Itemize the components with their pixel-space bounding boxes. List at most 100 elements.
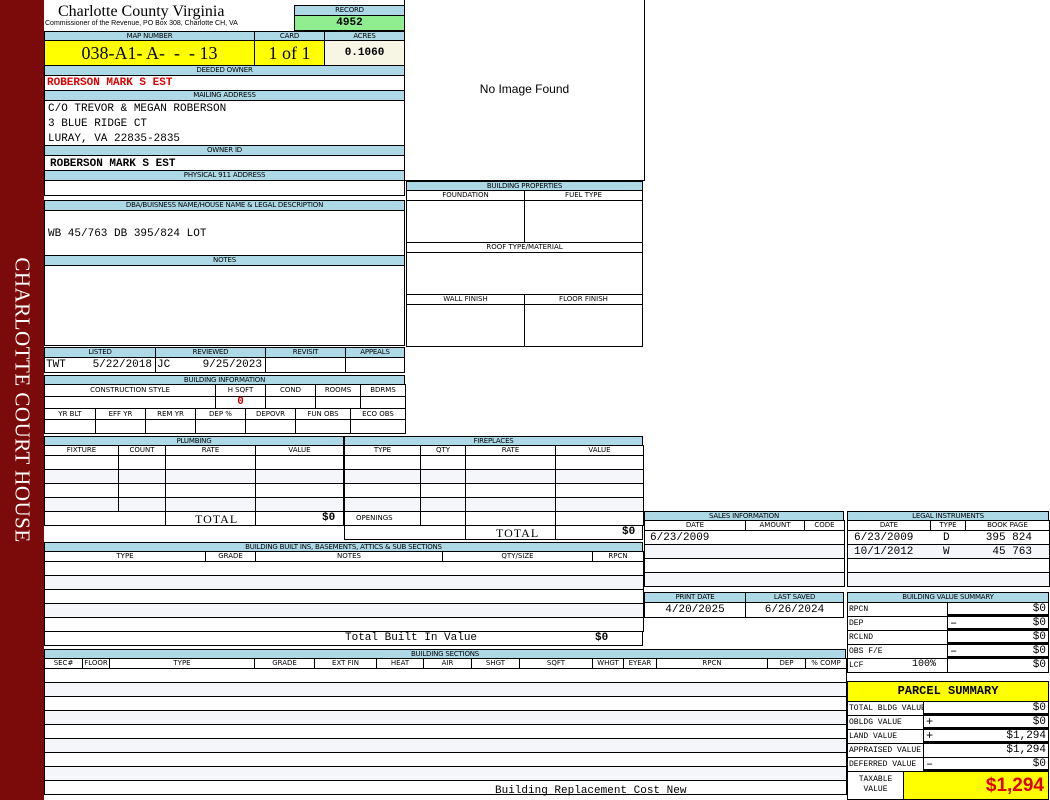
county-subtitle: Commissioner of the Revenue, PO Box 308,… <box>45 20 238 27</box>
plumbing-cell <box>165 469 256 484</box>
instrument-type: W <box>943 546 950 558</box>
instrument-date: 6/23/2009 <box>854 532 914 544</box>
reviewed-by: JC <box>157 359 171 371</box>
taxable-value: $1,294 <box>903 771 1049 800</box>
card-number: 1 of 1 <box>254 40 325 66</box>
plumbing-cell <box>44 469 119 484</box>
section-row <box>44 724 847 739</box>
plumbing-cell <box>118 483 166 498</box>
plumbing-cell <box>118 455 166 470</box>
plumbing-total: $0 <box>322 512 336 524</box>
parcel-summary-value: $0 <box>923 757 1049 772</box>
plumbing-cell <box>255 497 344 512</box>
parcel-summary-value: $1,294 <box>923 729 1049 744</box>
building-value-value: $0 <box>947 616 1049 631</box>
section-row <box>44 738 847 753</box>
deeded-owner: ROBERSON MARK S EST <box>44 75 405 91</box>
no-image-text: No Image Found <box>479 82 570 96</box>
reviewed-value: JC 9/25/2023 <box>155 357 266 373</box>
building-info-value <box>245 419 296 434</box>
appeals-value <box>345 357 405 373</box>
built-in-total: $0 <box>595 632 609 644</box>
built-in-row <box>44 603 644 618</box>
revisit-value <box>265 357 346 373</box>
built-in-row <box>44 561 644 576</box>
building-info-value <box>350 419 406 434</box>
county-title: Charlotte County Virginia <box>58 3 225 20</box>
section-row <box>44 696 847 711</box>
plumbing-cell <box>118 469 166 484</box>
fireplace-cell <box>420 455 466 470</box>
fuel-type-value <box>524 200 643 243</box>
section-row <box>44 682 847 697</box>
instrument-book-page: 45 763 <box>992 546 1032 558</box>
plumbing-cell <box>165 497 256 512</box>
building-value-name: DEP <box>847 616 948 631</box>
mailing-line-1: C/O TREVOR & MEGAN ROBERSON <box>48 103 227 115</box>
section-row <box>44 668 847 683</box>
replacement-cost-label: Building Replacement Cost New <box>495 785 687 797</box>
print-date: 4/20/2025 <box>644 602 746 618</box>
plumbing-cell <box>165 483 256 498</box>
building-value-operator: – <box>950 644 958 658</box>
parcel-summary-operator: + <box>926 729 934 743</box>
fireplace-cell <box>420 511 466 526</box>
fireplace-cell <box>465 511 556 526</box>
built-in-row <box>44 575 644 590</box>
fireplace-cell <box>465 469 556 484</box>
building-value-value: $0 <box>947 630 1049 645</box>
record-number: 4952 <box>294 15 405 31</box>
building-info-value <box>95 419 146 434</box>
sale-date: 6/23/2009 <box>650 532 710 544</box>
sales-row <box>644 544 845 559</box>
fireplace-cell <box>555 497 644 512</box>
building-value-value: $0 <box>947 602 1049 617</box>
fireplace-total-label: TOTAL <box>496 526 540 540</box>
map-number: 038-A1- A- - - 13 <box>44 40 255 66</box>
listed-by: TWT <box>46 359 66 371</box>
owner-id: ROBERSON MARK S EST <box>44 155 405 171</box>
built-in-row <box>44 589 644 604</box>
building-info-value <box>145 419 196 434</box>
wall-finish-value <box>406 304 525 347</box>
plumbing-cell <box>255 483 344 498</box>
parcel-summary-value: $0 <box>923 715 1049 730</box>
fireplace-cell <box>344 469 421 484</box>
building-value-name: OBS F/E <box>847 644 948 659</box>
building-value-value: $0 <box>947 658 1049 673</box>
built-in-total-row <box>44 631 643 646</box>
lcf-percent: 100% <box>912 659 937 670</box>
section-row <box>44 780 847 795</box>
fireplace-cell <box>420 483 466 498</box>
plumbing-cell <box>118 497 166 512</box>
plumbing-cell <box>44 497 119 512</box>
building-value-operator: – <box>950 616 958 630</box>
fireplace-cell <box>344 497 421 512</box>
plumbing-cell <box>255 455 344 470</box>
sidebar: CHARLOTTE COURT HOUSE <box>0 0 44 800</box>
fireplace-cell <box>465 497 556 512</box>
fireplace-cell <box>420 497 466 512</box>
legal-row <box>847 572 1050 587</box>
building-info-value <box>295 419 351 434</box>
fireplace-total: $0 <box>622 526 636 538</box>
building-value-value: $0 <box>947 644 1049 659</box>
notes-area <box>44 265 405 346</box>
parcel-summary-name: APPRAISED VALUE <box>847 743 924 758</box>
taxable-value-label: TAXABLE VALUE <box>847 771 904 800</box>
instrument-book-page: 395 824 <box>985 532 1032 544</box>
fireplace-cell <box>555 511 644 526</box>
plumbing-total-label: TOTAL <box>195 512 239 526</box>
building-value-name: RCLND <box>847 630 948 645</box>
parcel-summary-name: TOTAL BLDG VALUE <box>847 701 926 716</box>
roof-value <box>406 252 643 295</box>
fireplace-total-row <box>344 525 466 540</box>
parcel-summary-title: PARCEL SUMMARY <box>847 681 1049 702</box>
instrument-date: 10/1/2012 <box>854 546 914 558</box>
section-row <box>44 710 847 725</box>
section-row <box>44 752 847 767</box>
building-value-name: RPCN <box>847 602 948 617</box>
built-in-total-label: Total Built In Value <box>345 632 478 644</box>
plumbing-total-row <box>44 511 166 526</box>
parcel-summary-name: OBLDG VALUE <box>847 715 924 730</box>
